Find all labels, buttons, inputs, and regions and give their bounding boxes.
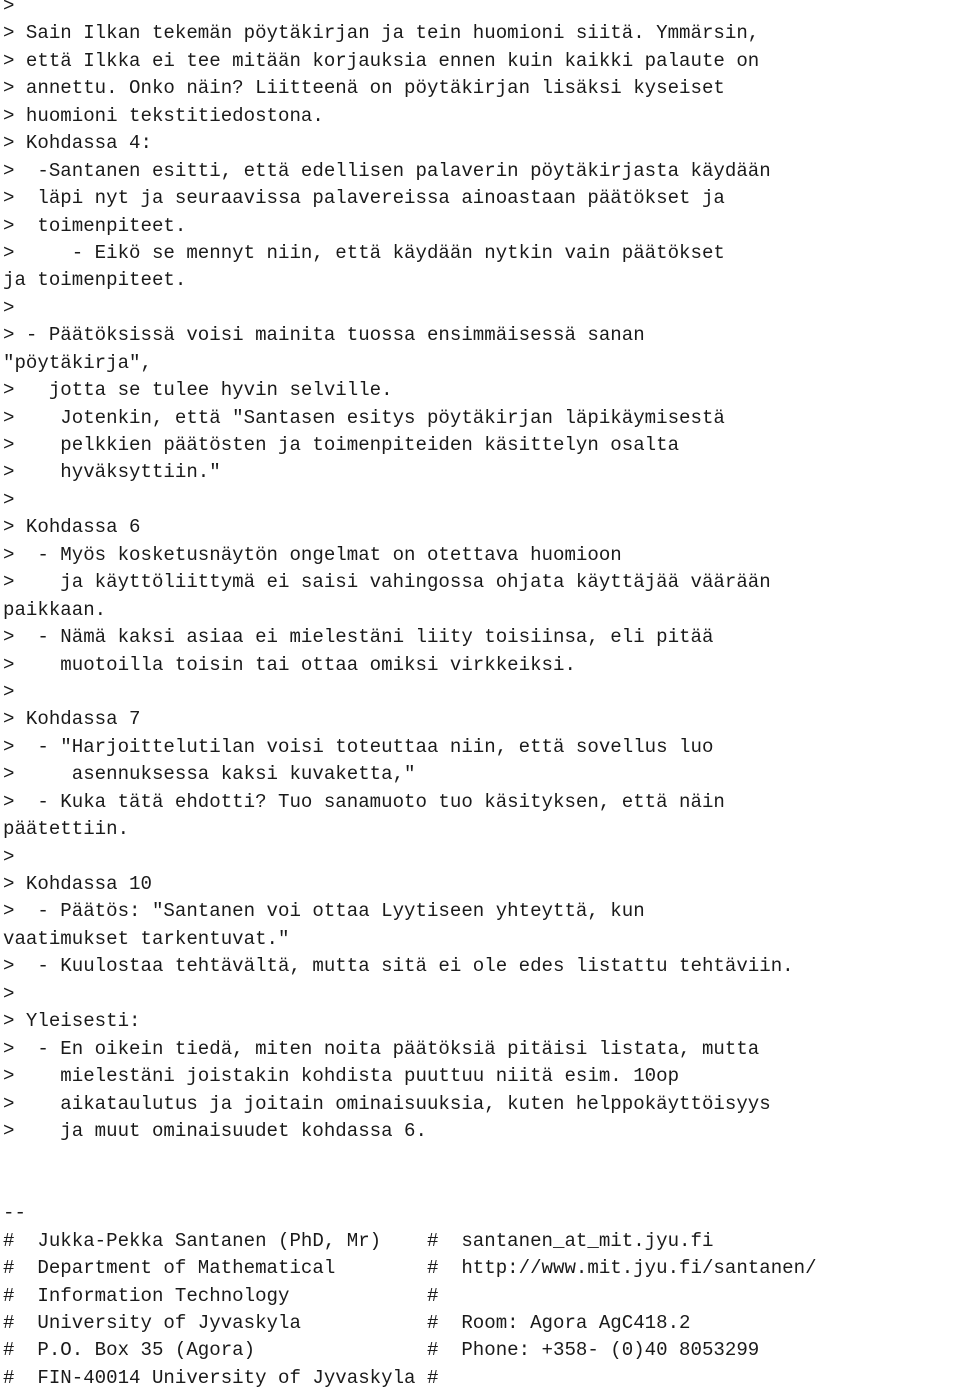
body-line: "pöytäkirja", xyxy=(3,351,152,374)
quoted-line: > Yleisesti: xyxy=(3,1010,141,1033)
quoted-line: > - Kuka tätä ehdotti? Tuo sanamuoto tuo… xyxy=(3,790,725,813)
quoted-line: > ja muut ominaisuudet kohdassa 6. xyxy=(3,1119,427,1142)
signature-line: # Information Technology # xyxy=(3,1284,439,1307)
quoted-line: > - Päätöksissä voisi mainita tuossa ens… xyxy=(3,324,645,347)
quoted-line: > - Nämä kaksi asiaa ei mielestäni liity… xyxy=(3,626,714,649)
signature-line: # P.O. Box 35 (Agora) # Phone: +358- (0)… xyxy=(3,1339,760,1362)
quoted-line: > xyxy=(3,296,15,319)
text-document-page: > > Sain Ilkan tekemän pöytäkirjan ja tei… xyxy=(0,0,960,1389)
quoted-line: > ja käyttöliittymä ei saisi vahingossa … xyxy=(3,571,771,594)
quoted-line: > - En oikein tiedä, miten noita päätöks… xyxy=(3,1037,760,1060)
quoted-line: > annettu. Onko näin? Liitteenä on pöytä… xyxy=(3,77,725,100)
quoted-line: > Kohdassa 6 xyxy=(3,516,141,539)
quoted-line: > xyxy=(3,680,15,703)
body-line: vaatimukset tarkentuvat." xyxy=(3,927,290,950)
quoted-line: > Sain Ilkan tekemän pöytäkirjan ja tein… xyxy=(3,22,760,45)
quoted-line: > Kohdassa 4: xyxy=(3,132,152,155)
quoted-line: > xyxy=(3,845,15,868)
quoted-line: > aikataulutus ja joitain ominaisuuksia,… xyxy=(3,1092,771,1115)
body-line: ja toimenpiteet. xyxy=(3,269,187,292)
quoted-message-body: > > Sain Ilkan tekemän pöytäkirjan ja tei… xyxy=(3,0,960,1392)
quoted-line: > -Santanen esitti, että edellisen palav… xyxy=(3,159,771,182)
body-line: päätettiin. xyxy=(3,818,130,841)
quoted-line: > xyxy=(3,0,15,17)
quoted-line: > asennuksessa kaksi kuvaketta," xyxy=(3,763,416,786)
quoted-line: > mielestäni joistakin kohdista puuttuu … xyxy=(3,1065,680,1088)
quoted-line: > pelkkien päätösten ja toimenpiteiden k… xyxy=(3,434,680,456)
signature-line: # University of Jyvaskyla # Room: Agora … xyxy=(3,1312,691,1334)
quoted-line: > että Ilkka ei tee mitään korjauksia en… xyxy=(3,49,760,72)
quoted-line: > - Myös kosketusnäytön ongelmat on otet… xyxy=(3,543,622,566)
quoted-line: > huomioni tekstitiedostona. xyxy=(3,104,324,127)
quoted-line: > xyxy=(3,488,15,511)
body-line: paikkaan. xyxy=(3,598,107,621)
quoted-line: > - "Harjoittelutilan voisi toteuttaa ni… xyxy=(3,735,714,758)
quoted-line: > - Päätös: "Santanen voi ottaa Lyytisee… xyxy=(3,900,645,923)
signature-line: # Jukka-Pekka Santanen (PhD, Mr) # santa… xyxy=(3,1229,714,1252)
quoted-line: > jotta se tulee hyvin selville. xyxy=(3,379,393,402)
quoted-line: > muotoilla toisin tai ottaa omiksi virk… xyxy=(3,653,576,676)
quoted-line: > Kohdassa 7 xyxy=(3,708,141,731)
quoted-line: > Kohdassa 10 xyxy=(3,873,152,895)
quoted-line: > Jotenkin, että "Santasen esitys pöytäk… xyxy=(3,406,725,429)
signature-line: # Department of Mathematical # http://ww… xyxy=(3,1257,817,1280)
quoted-line: > läpi nyt ja seuraavissa palavereissa a… xyxy=(3,187,725,210)
quoted-line: > hyväksyttiin." xyxy=(3,461,221,484)
quoted-line: > - Kuulostaa tehtävältä, mutta sitä ei … xyxy=(3,955,794,978)
signature-separator: -- xyxy=(3,1202,26,1225)
quoted-line: > xyxy=(3,982,15,1005)
signature-line: # FIN-40014 University of Jyvaskyla # xyxy=(3,1366,439,1389)
quoted-line: > - Eikö se mennyt niin, että käydään ny… xyxy=(3,241,725,264)
quoted-line: > toimenpiteet. xyxy=(3,214,187,237)
